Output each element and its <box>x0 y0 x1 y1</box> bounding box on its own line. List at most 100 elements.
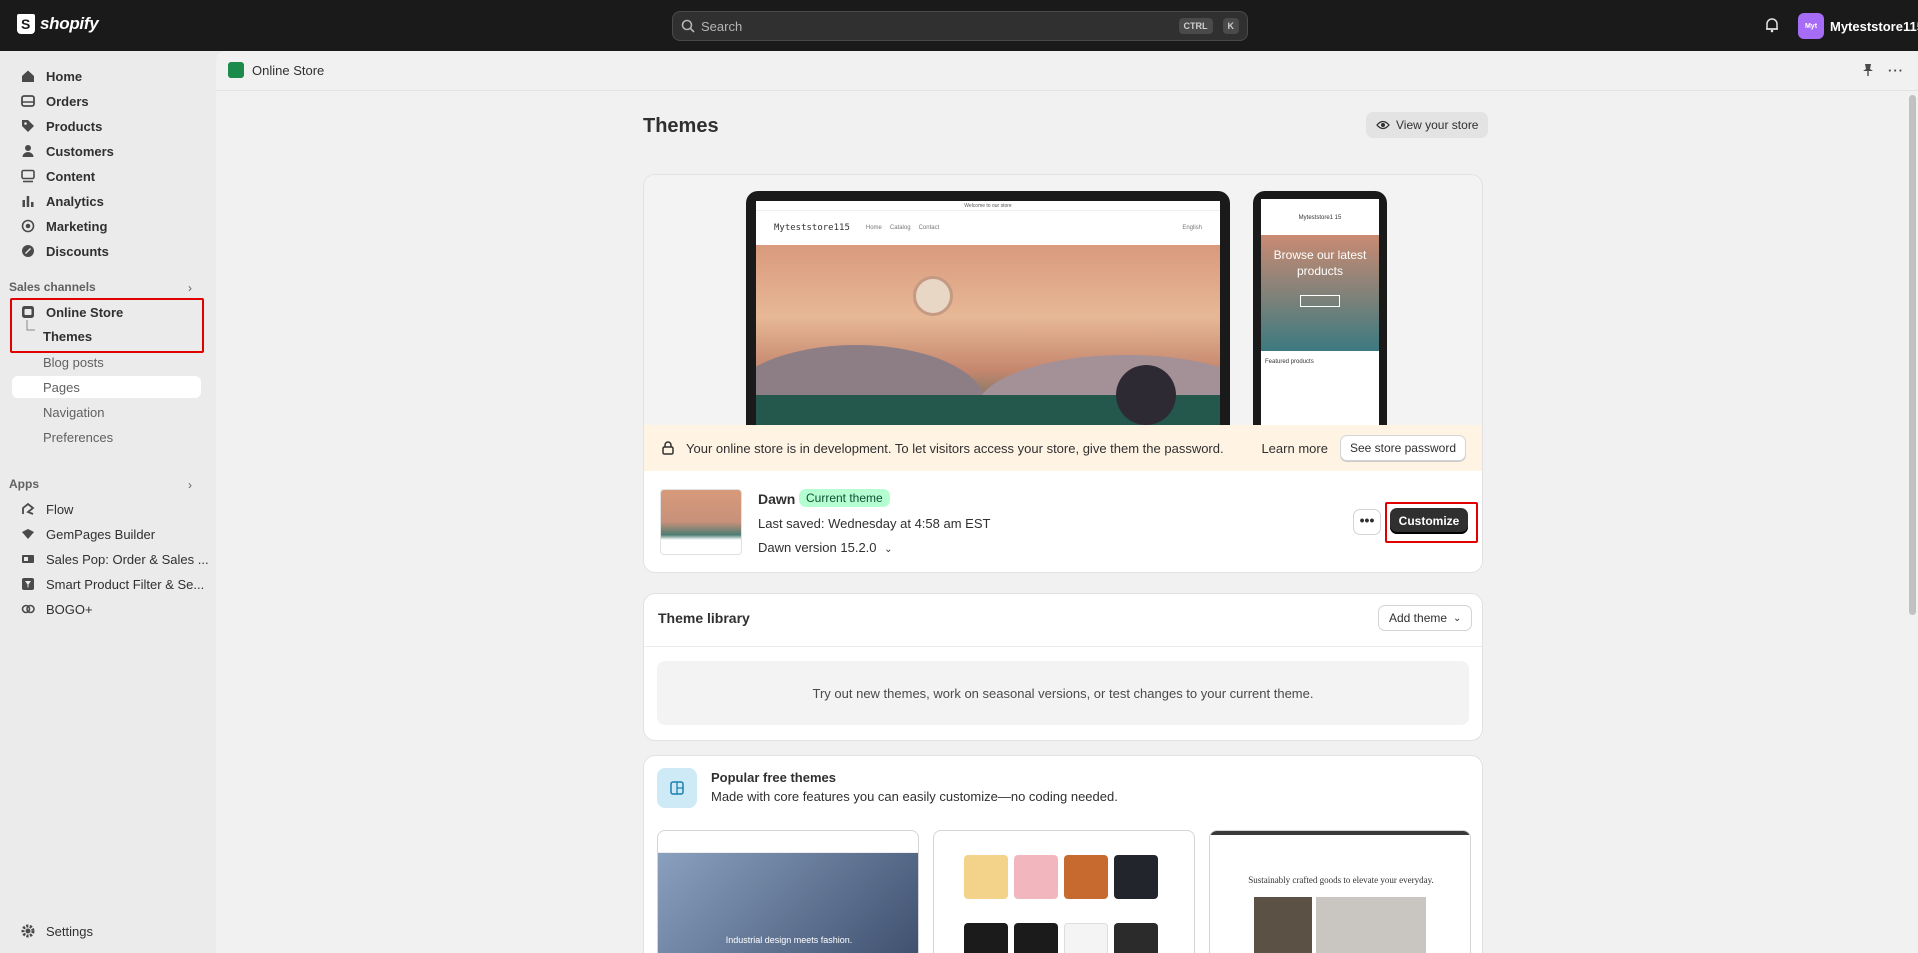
theme-name: Dawn <box>758 491 796 507</box>
preview-phone-heading: Browse our latest products <box>1273 248 1367 278</box>
theme-library-card: Theme library Add theme ⌄ Try out new th… <box>643 593 1483 741</box>
highlight-box-online-store <box>10 298 204 353</box>
sidebar-item-preferences[interactable]: Preferences <box>43 430 113 445</box>
image-icon <box>20 168 36 184</box>
gear-icon <box>20 923 36 939</box>
sidebar-item-pages[interactable]: Pages <box>43 380 80 395</box>
breadcrumb[interactable]: Online Store <box>228 62 324 78</box>
sidebar-item-label: GemPages Builder <box>46 526 156 542</box>
breadcrumb-bar: Online Store ··· <box>216 51 1918 91</box>
gem-icon <box>20 526 36 542</box>
sidebar-item-label: BOGO+ <box>46 601 93 617</box>
sidebar-item-blog-posts[interactable]: Blog posts <box>43 355 104 370</box>
sidebar-item-products[interactable]: Products <box>20 115 102 137</box>
sidebar-item-content[interactable]: Content <box>20 165 95 187</box>
theme-version-toggle[interactable]: Dawn version 15.2.0 ⌄ <box>758 540 893 555</box>
development-message: Your online store is in development. To … <box>686 440 1224 456</box>
notifications-bell-icon[interactable] <box>1764 17 1780 36</box>
sidebar-item-customers[interactable]: Customers <box>20 140 114 162</box>
current-theme-card: Welcome to our store Myteststore115 Home… <box>643 174 1483 573</box>
view-store-label: View your store <box>1396 118 1479 132</box>
theme-actions-button[interactable]: ••• <box>1353 509 1381 535</box>
sidebar-item-label: Sales Pop: Order & Sales ... <box>46 551 209 567</box>
avatar: Myt <box>1798 13 1824 39</box>
popular-themes-card: Popular free themes Made with core featu… <box>643 755 1483 953</box>
main-content: Online Store ··· Themes View your store … <box>216 51 1918 953</box>
sidebar-item-flow[interactable]: Flow <box>20 498 73 520</box>
mobile-preview[interactable]: Myteststore1 15 Browse our latest produc… <box>1253 191 1387 425</box>
view-store-button[interactable]: View your store <box>1366 112 1489 138</box>
user-menu[interactable]: Myt Myteststore115 <box>1798 13 1918 39</box>
preview-announcement: Welcome to our store <box>756 201 1220 211</box>
popular-theme-spotlight[interactable] <box>933 830 1195 953</box>
sidebar-item-label: Content <box>46 168 96 184</box>
divider <box>644 646 1482 647</box>
popular-theme-dawn[interactable]: Industrial design meets fashion. <box>657 830 919 953</box>
inbox-icon <box>20 93 36 109</box>
sidebar-item-label: Orders <box>46 93 89 109</box>
highlight-box-customize <box>1385 502 1478 543</box>
preview-phone-brand: Myteststore1 15 <box>1298 215 1342 221</box>
shortcut-ctrl: CTRL <box>1178 18 1213 34</box>
pin-icon[interactable] <box>1862 63 1874 80</box>
preview-hero-illustration <box>756 245 1220 425</box>
sidebar-item-discounts[interactable]: Discounts <box>20 240 109 262</box>
preview-nav-link: Catalog <box>889 225 911 231</box>
theme-preview: Welcome to our store Myteststore115 Home… <box>644 175 1482 425</box>
preview-header: Myteststore115 Home Catalog Contact Engl… <box>756 211 1220 245</box>
sidebar-item-label: Products <box>46 118 103 134</box>
logo-text: shopify <box>40 14 99 33</box>
theme-store-icon <box>657 768 697 808</box>
scrollbar-thumb[interactable] <box>1909 95 1916 615</box>
more-actions-icon[interactable]: ··· <box>1888 63 1904 80</box>
preview-phone-featured: Featured products <box>1265 359 1314 365</box>
preview-language: English <box>1182 225 1202 231</box>
sidebar: Home Orders Products Customers Content A… <box>0 51 216 953</box>
last-saved: Last saved: Wednesday at 4:58 am EST <box>758 516 991 531</box>
sidebar-item-bogo[interactable]: BOGO+ <box>20 598 93 620</box>
theme-library-empty: Try out new themes, work on seasonal ver… <box>657 661 1469 725</box>
flow-icon <box>20 501 36 517</box>
learn-more-link[interactable]: Learn more <box>1261 441 1327 456</box>
see-store-password-button[interactable]: See store password <box>1339 435 1466 461</box>
sidebar-item-smart-filter[interactable]: Smart Product Filter & Se... <box>20 573 204 595</box>
sidebar-item-navigation[interactable]: Navigation <box>43 405 104 420</box>
search-bar[interactable]: Search CTRL K <box>672 11 1248 41</box>
bogo-icon <box>20 601 36 617</box>
search-placeholder: Search <box>701 18 743 34</box>
page-title: Themes <box>643 115 719 137</box>
sidebar-item-label: Discounts <box>46 243 109 259</box>
sidebar-item-sales-pop[interactable]: Sales Pop: Order & Sales ... <box>20 548 209 570</box>
sidebar-item-settings[interactable]: Settings <box>20 920 93 942</box>
person-icon <box>20 143 36 159</box>
desktop-preview[interactable]: Welcome to our store Myteststore115 Home… <box>746 191 1230 425</box>
sidebar-item-label: Analytics <box>46 193 104 209</box>
sidebar-item-orders[interactable]: Orders <box>20 90 89 112</box>
popular-theme-craft[interactable]: Sustainably crafted goods to elevate you… <box>1209 830 1471 953</box>
online-store-icon <box>228 62 244 78</box>
discount-icon <box>20 243 36 259</box>
sidebar-item-label: Customers <box>46 143 114 159</box>
apps-chevron-icon[interactable]: › <box>188 478 192 492</box>
status-badge: Current theme <box>799 489 890 507</box>
sidebar-item-home[interactable]: Home <box>20 65 82 87</box>
store-name: Myteststore115 <box>1830 18 1918 34</box>
search-icon <box>681 19 695 33</box>
filter-icon <box>20 576 36 592</box>
apps-label: Apps <box>9 477 39 491</box>
bar-chart-icon <box>20 193 36 209</box>
sidebar-item-label: Flow <box>46 501 74 517</box>
sidebar-item-marketing[interactable]: Marketing <box>20 215 107 237</box>
preview-brand: Myteststore115 <box>774 223 850 233</box>
target-icon <box>20 218 36 234</box>
add-theme-button[interactable]: Add theme ⌄ <box>1378 605 1473 631</box>
sidebar-item-gempages[interactable]: GemPages Builder <box>20 523 155 545</box>
shopify-logo[interactable]: shopify <box>17 14 99 34</box>
theme-thumbnail[interactable] <box>660 489 742 555</box>
tag-icon <box>20 118 36 134</box>
chevron-down-icon: ⌄ <box>1453 612 1462 624</box>
sidebar-item-analytics[interactable]: Analytics <box>20 190 104 212</box>
sales-channels-chevron-icon[interactable]: › <box>188 281 192 295</box>
development-banner: Your online store is in development. To … <box>644 425 1482 471</box>
sidebar-item-label: Home <box>46 68 83 84</box>
